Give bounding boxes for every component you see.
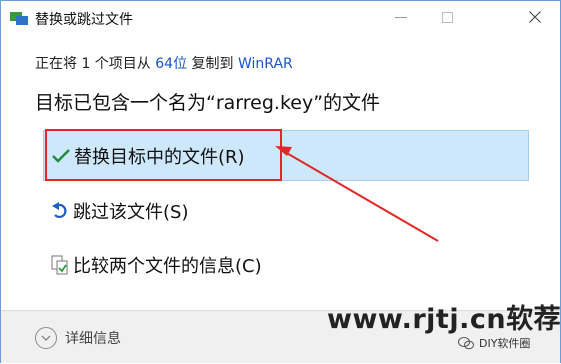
wechat-icon: [458, 337, 474, 350]
replace-or-skip-dialog: 替换或跳过文件 正在将 1 个项目从 64位 复制到 WinRAR 目标已包含一…: [0, 0, 561, 363]
details-label: 详细信息: [65, 331, 121, 347]
watermark-text: www.rjtj.cn软荐网: [327, 304, 561, 335]
watermark-sub-label: DIY软件圈: [479, 337, 531, 350]
details-toggle[interactable]: 详细信息: [35, 327, 121, 349]
chevron-down-icon: [35, 327, 57, 349]
watermark-sub: DIY软件圈: [458, 335, 530, 351]
